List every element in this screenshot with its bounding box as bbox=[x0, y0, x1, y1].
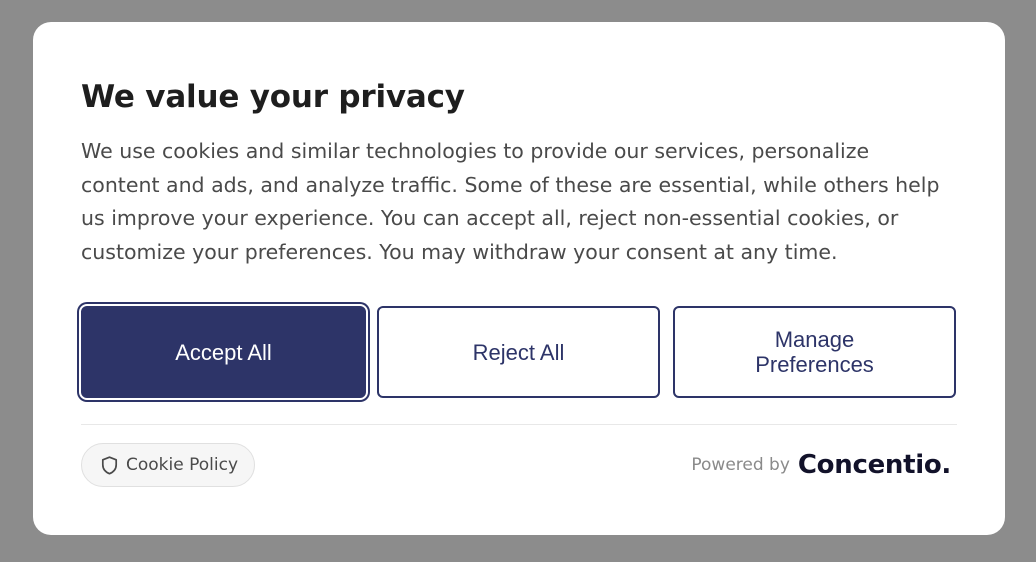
cookie-policy-label: Cookie Policy bbox=[126, 455, 239, 475]
powered-by-label: Powered by bbox=[691, 455, 790, 475]
accept-all-button[interactable]: Accept All bbox=[81, 306, 366, 398]
cookie-consent-dialog: We value your privacy We use cookies and… bbox=[33, 22, 1005, 535]
powered-by: Powered by Concentio. bbox=[691, 446, 951, 484]
cookie-policy-link[interactable]: Cookie Policy bbox=[81, 443, 255, 487]
manage-preferences-button[interactable]: Manage Preferences bbox=[673, 306, 956, 398]
shield-icon bbox=[101, 455, 118, 475]
consent-button-row: Accept All Reject All Manage Preferences bbox=[78, 303, 958, 401]
dialog-title: We value your privacy bbox=[81, 79, 465, 115]
footer-divider bbox=[81, 424, 957, 425]
reject-all-button[interactable]: Reject All bbox=[377, 306, 660, 398]
brand-logo: Concentio. bbox=[797, 450, 951, 480]
dialog-description: We use cookies and similar technologies … bbox=[81, 139, 940, 264]
